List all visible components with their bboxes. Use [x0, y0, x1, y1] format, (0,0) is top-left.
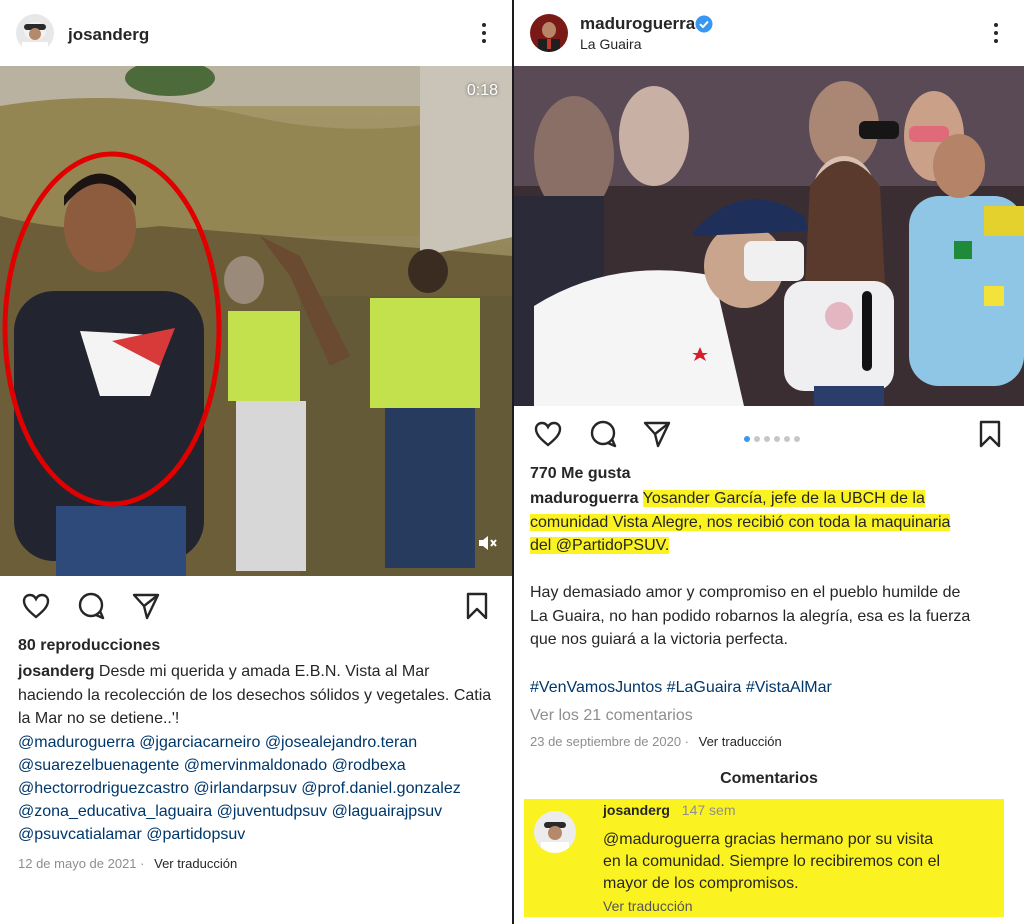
- comment-age: 147 sem: [681, 802, 736, 818]
- mention-line[interactable]: @suarezelbuenagente @mervinmaldonado @ro…: [18, 754, 406, 778]
- comment-username[interactable]: josanderg: [603, 802, 670, 818]
- heart-icon[interactable]: [20, 590, 52, 622]
- heart-icon[interactable]: [532, 418, 564, 450]
- carousel-dots: [744, 429, 804, 447]
- avatar[interactable]: [530, 14, 568, 52]
- post-meta: 12 de mayo de 2021 · Ver traducción: [18, 856, 238, 871]
- paragraph-line: La Guaira, no han podido robarnos la ale…: [530, 607, 971, 625]
- caption-username[interactable]: maduroguerra: [530, 490, 638, 507]
- verified-icon: [695, 15, 713, 33]
- photo-media[interactable]: [514, 66, 1024, 406]
- username[interactable]: josanderg: [68, 25, 149, 45]
- post-header: maduroguerra La Guaira: [514, 0, 1024, 66]
- mention-line[interactable]: @psuvcatialamar @partidopsuv: [18, 823, 245, 847]
- post-header: josanderg: [0, 0, 512, 66]
- comments-title: Comentarios: [720, 770, 818, 787]
- post-caption: josanderg Desde mi querida y amada E.B.N…: [18, 660, 498, 731]
- mention-line[interactable]: @hectorrodriguezcastro @irlandarpsuv @pr…: [18, 777, 461, 801]
- avatar[interactable]: [534, 811, 576, 853]
- comment-translate-link[interactable]: Ver traducción: [603, 898, 693, 914]
- post-date: 12 de mayo de 2021: [18, 856, 137, 871]
- paragraph-line: que nos guiará a la victoria perfecta.: [530, 631, 788, 648]
- video-media[interactable]: 0:18: [0, 66, 512, 576]
- caption-line: del @PartidoPSUV.: [530, 537, 670, 554]
- comment-icon[interactable]: [587, 418, 619, 450]
- mention-line[interactable]: @zona_educativa_laguaira @juventudpsuv @…: [18, 800, 442, 824]
- comment-text: @maduroguerra gracias hermano por su vis…: [603, 829, 998, 895]
- more-icon[interactable]: [993, 23, 999, 45]
- left-post: josanderg 0:18 80 reproducciones josande…: [0, 0, 512, 924]
- hashtags[interactable]: #VenVamosJuntos #LaGuaira #VistaAlMar: [530, 676, 832, 700]
- comment-item: josanderg 147 sem @maduroguerra gracias …: [524, 799, 1004, 917]
- mention-line[interactable]: @maduroguerra @jgarciacarneiro @josealej…: [18, 731, 417, 755]
- caption-line: comunidad Vista Alegre, nos recibió con …: [530, 513, 951, 531]
- post-meta: 23 de septiembre de 2020 · Ver traducció…: [530, 734, 782, 749]
- paragraph-line: Hay demasiado amor y compromiso en el pu…: [530, 584, 961, 601]
- username[interactable]: maduroguerra: [580, 14, 695, 34]
- comment-line: @maduroguerra gracias hermano por su vis…: [603, 831, 934, 848]
- caption-username[interactable]: josanderg: [18, 663, 94, 680]
- caption-paragraph: Hay demasiado amor y compromiso en el pu…: [530, 581, 1020, 652]
- translate-link[interactable]: Ver traducción: [154, 856, 237, 871]
- post-actions: [0, 590, 512, 634]
- caption-line: Yosander García, jefe de la UBCH de la: [642, 490, 925, 507]
- comment-icon[interactable]: [75, 590, 107, 622]
- bookmark-icon[interactable]: [974, 418, 1006, 450]
- bookmark-icon[interactable]: [461, 590, 493, 622]
- post-date: 23 de septiembre de 2020: [530, 734, 682, 749]
- view-comments-link[interactable]: Ver los 21 comentarios: [530, 704, 693, 728]
- likes-count[interactable]: 770 Me gusta: [530, 462, 630, 486]
- right-post: maduroguerra La Guaira 770 Me gusta madu…: [514, 0, 1024, 924]
- video-timer: 0:18: [466, 82, 498, 99]
- avatar[interactable]: [16, 14, 54, 52]
- mute-icon[interactable]: [476, 532, 498, 554]
- post-caption: maduroguerra Yosander García, jefe de la…: [530, 487, 1020, 558]
- comment-line: en la comunidad. Siempre lo recibiremos …: [603, 853, 941, 870]
- share-icon[interactable]: [130, 590, 162, 622]
- share-icon[interactable]: [641, 418, 673, 450]
- more-icon[interactable]: [481, 23, 487, 45]
- translate-link[interactable]: Ver traducción: [699, 734, 782, 749]
- views-count: 80 reproducciones: [18, 637, 161, 654]
- location[interactable]: La Guaira: [580, 36, 641, 52]
- comment-line: mayor de los compromisos.: [603, 875, 799, 892]
